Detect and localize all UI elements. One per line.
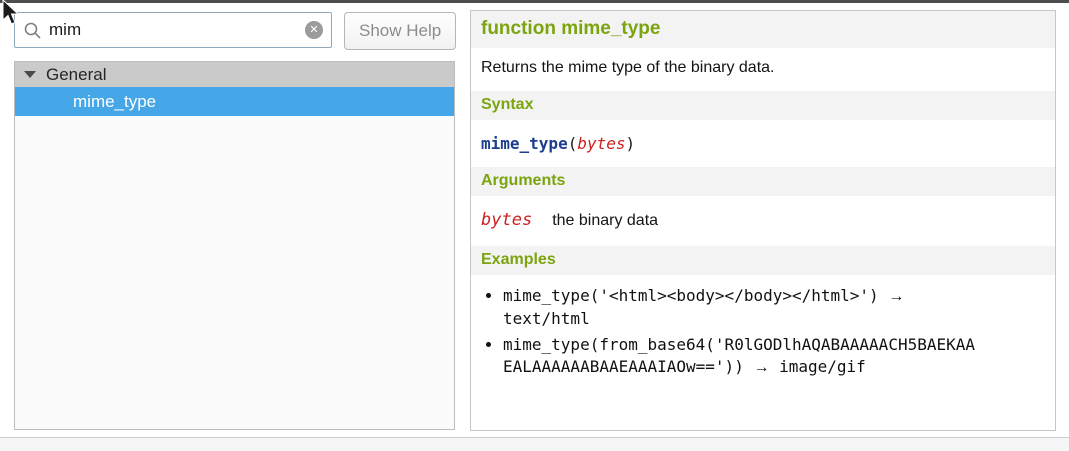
function-title: function mime_type (471, 11, 1055, 48)
search-icon (23, 21, 42, 40)
tree-group-label: General (46, 65, 106, 85)
tree-group-general[interactable]: General (15, 62, 454, 87)
search-input[interactable] (49, 20, 305, 40)
tree-item-label: mime_type (73, 92, 156, 112)
example-result: image/gif (779, 357, 866, 376)
expander-icon[interactable] (24, 71, 36, 78)
examples-list: mime_type('<html><body></body></html>') … (471, 285, 977, 378)
syntax-open-paren: ( (568, 134, 578, 153)
argument-name: bytes (481, 210, 532, 230)
tree-item-mime-type[interactable]: mime_type (15, 87, 454, 116)
syntax-heading: Syntax (471, 91, 1055, 120)
help-panel: function mime_type Returns the mime type… (470, 10, 1056, 431)
search-box: ✕ (14, 12, 332, 48)
function-tree: General mime_type (14, 61, 455, 430)
syntax-argument: bytes (577, 134, 625, 153)
syntax-code: mime_type(bytes) (471, 120, 1055, 159)
examples-heading: Examples (471, 246, 1055, 275)
argument-row: bytes the binary data (471, 196, 1055, 238)
example-result: text/html (503, 309, 590, 328)
arrow-icon: → (753, 359, 769, 376)
arguments-heading: Arguments (471, 167, 1055, 196)
example-item: mime_type('<html><body></body></html>') … (503, 285, 977, 329)
window-top-edge (0, 0, 1069, 3)
clear-search-icon[interactable]: ✕ (305, 21, 323, 39)
syntax-close-paren: ) (626, 134, 636, 153)
function-description: Returns the mime type of the binary data… (471, 48, 1055, 83)
bottom-bar (0, 437, 1069, 451)
syntax-function-name: mime_type (481, 134, 568, 153)
example-code: mime_type(from_base64('R0lGODlhAQABAAAAA… (503, 335, 975, 376)
argument-description: the binary data (552, 212, 658, 230)
example-item: mime_type(from_base64('R0lGODlhAQABAAAAA… (503, 334, 977, 378)
arrow-icon: → (888, 288, 904, 305)
example-code: mime_type('<html><body></body></html>') (503, 286, 879, 305)
show-help-button[interactable]: Show Help (344, 12, 456, 50)
mouse-cursor-icon (1, 0, 21, 31)
